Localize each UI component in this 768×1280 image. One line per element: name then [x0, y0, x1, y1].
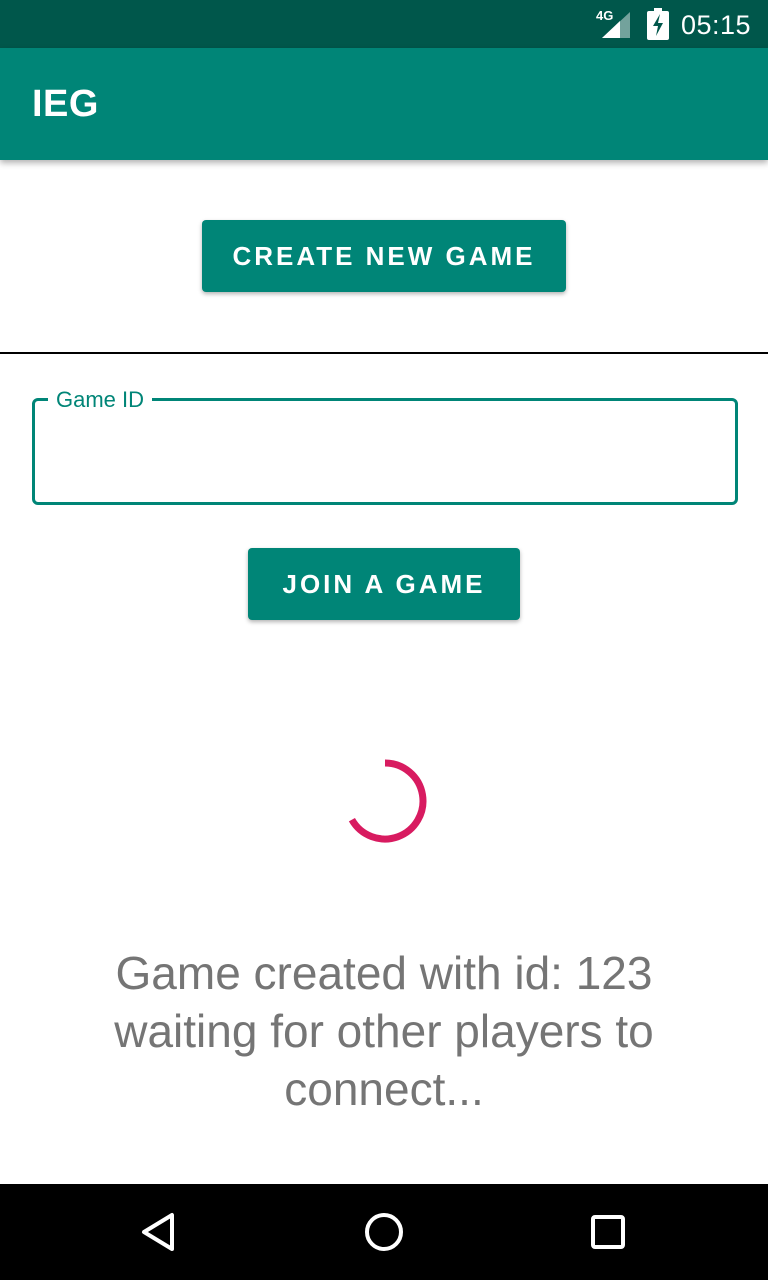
create-new-game-button[interactable]: CREATE NEW GAME [202, 220, 566, 292]
signal-icon [602, 12, 630, 38]
app-title: IEG [32, 83, 99, 125]
battery-charging-icon [647, 8, 669, 40]
game-id-label: Game ID [48, 386, 153, 414]
app-bar: IEG [0, 48, 768, 160]
home-icon[interactable] [356, 1204, 412, 1260]
clock: 05:15 [681, 10, 752, 40]
game-id-input[interactable] [52, 430, 716, 482]
back-icon[interactable] [132, 1204, 188, 1260]
loading-spinner-icon [348, 759, 427, 843]
recents-icon[interactable] [580, 1204, 636, 1260]
join-game-button[interactable]: JOIN A GAME [248, 548, 520, 620]
status-bar: 4G 05:15 [0, 0, 768, 48]
divider [0, 352, 768, 354]
navigation-bar [0, 1184, 768, 1280]
status-message: Game created with id: 123 waiting for ot… [114, 947, 654, 1115]
